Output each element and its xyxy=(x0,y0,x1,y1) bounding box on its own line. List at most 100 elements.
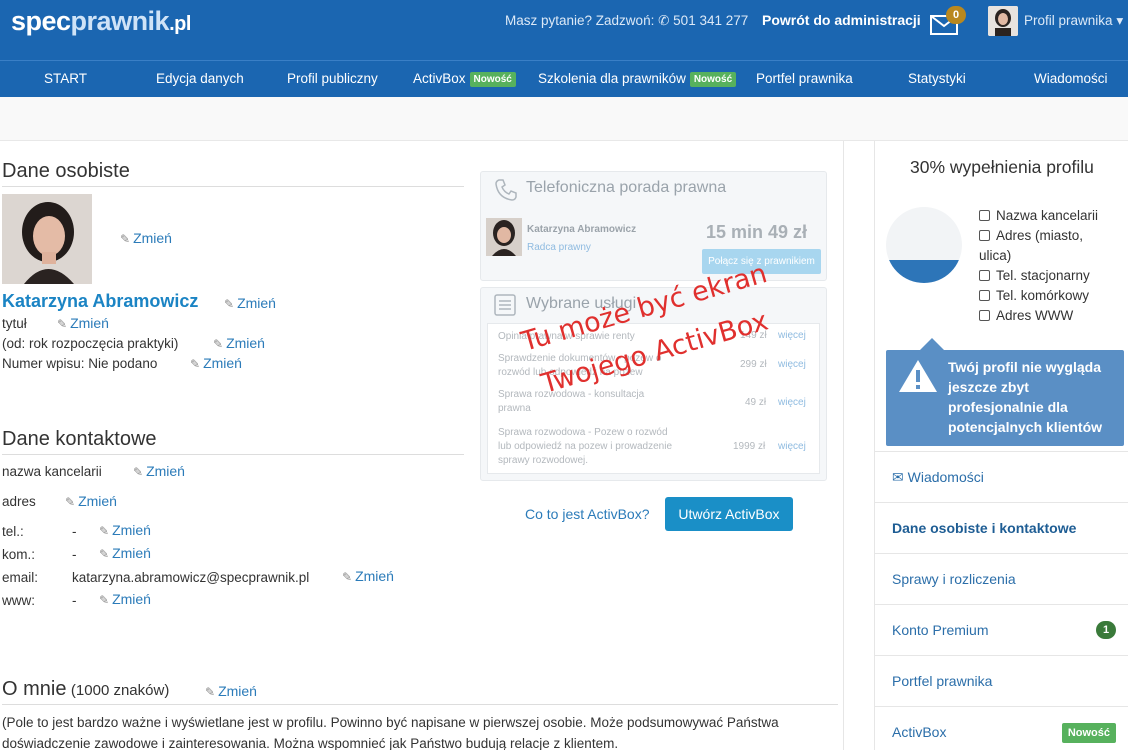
divider xyxy=(2,186,464,187)
back-to-admin-link[interactable]: Powrót do administracji xyxy=(762,12,921,28)
pencil-icon: ✎ xyxy=(57,317,68,331)
sidebar-item-wallet[interactable]: Portfel prawnika xyxy=(874,655,1128,706)
change-since-link[interactable]: ✎ Zmień xyxy=(213,335,265,351)
contact-heading: Dane kontaktowe xyxy=(2,428,157,450)
address-label: adres xyxy=(2,494,36,509)
pencil-icon: ✎ xyxy=(99,524,110,538)
caret-down-icon: ▾ xyxy=(1116,13,1124,28)
about-char-limit: (1000 znaków) xyxy=(70,682,170,699)
main-nav: START Edycja danych Profil publiczny Act… xyxy=(0,60,1128,97)
top-header: specprawnik.pl Masz pytanie? Zadzwoń: ✆ … xyxy=(0,0,1128,60)
new-badge: Nowość xyxy=(1061,723,1116,743)
nav-statistics[interactable]: Statystyki xyxy=(908,71,966,86)
nav-wallet[interactable]: Portfel prawnika xyxy=(756,71,853,86)
logo[interactable]: specprawnik.pl xyxy=(11,6,191,37)
change-mob-link[interactable]: ✎ Zmień xyxy=(99,545,151,561)
title-label: tytuł xyxy=(2,316,27,331)
mail-count-badge: 0 xyxy=(946,6,966,24)
lawyer-thumb xyxy=(486,218,522,256)
sidebar-item-messages[interactable]: ✉ Wiadomości xyxy=(874,451,1128,502)
sidebar-item-personal-contact[interactable]: Dane osobiste i kontaktowe xyxy=(874,502,1128,553)
change-name-link[interactable]: ✎ Zmień xyxy=(224,295,276,311)
warning-icon xyxy=(899,360,937,392)
nav-messages[interactable]: Wiadomości xyxy=(1034,71,1108,86)
profile-photo xyxy=(2,194,92,284)
divider xyxy=(2,704,838,705)
service-name: Sprawa rozwodowa - Pozew o rozwód lub od… xyxy=(498,427,673,466)
nav-trainings[interactable]: Szkolenia dla prawników Nowość xyxy=(538,71,737,87)
nav-edit-data[interactable]: Edycja danych xyxy=(156,71,244,86)
avatar[interactable] xyxy=(988,6,1018,36)
checkbox-icon xyxy=(979,310,990,321)
avatar-image xyxy=(988,6,1018,36)
profile-photo-image xyxy=(2,194,92,284)
mob-label: kom.: xyxy=(2,547,36,562)
what-is-activbox-link[interactable]: Co to jest ActivBox? xyxy=(525,506,650,522)
change-office-link[interactable]: ✎ Zmień xyxy=(133,463,185,479)
www-label: www: xyxy=(2,593,35,608)
service-more-link[interactable]: więcej xyxy=(778,441,806,452)
service-more-link[interactable]: więcej xyxy=(778,359,806,370)
lawyer-thumb-name: Katarzyna Abramowicz xyxy=(527,224,637,235)
column-divider xyxy=(843,141,844,750)
registration-number: Numer wpisu: Nie podano xyxy=(2,356,158,371)
service-price: 49 zł xyxy=(745,397,767,408)
checkbox-icon xyxy=(979,230,990,241)
service-price: 1999 zł xyxy=(733,441,766,452)
mob-value: - xyxy=(72,547,77,562)
www-value: - xyxy=(72,593,77,608)
premium-count-badge: 1 xyxy=(1096,621,1116,639)
sidebar-item-activbox[interactable]: ActivBox Nowość xyxy=(874,706,1128,750)
about-heading: O mnie (1000 znaków) xyxy=(2,678,170,700)
new-badge: Nowość xyxy=(689,72,737,87)
about-text: (Pole to jest bardzo ważne i wyświetlane… xyxy=(2,715,779,750)
change-title-link[interactable]: ✎ Zmień xyxy=(57,315,109,331)
service-more-link[interactable]: więcej xyxy=(778,397,806,408)
nav-activbox[interactable]: ActivBox Nowość xyxy=(413,71,516,87)
change-email-link[interactable]: ✎ Zmień xyxy=(342,568,394,584)
phone-icon: ✆ xyxy=(658,13,670,28)
personal-heading: Dane osobiste xyxy=(2,160,130,182)
checkbox-icon xyxy=(979,290,990,301)
checklist-item: Nazwa kancelarii xyxy=(979,206,1098,226)
pencil-icon: ✎ xyxy=(190,357,201,371)
office-label: nazwa kancelarii xyxy=(2,464,102,479)
since-label: (od: rok rozpoczęcia praktyki) xyxy=(2,336,179,351)
warning-arrow xyxy=(920,338,944,350)
service-more-link[interactable]: więcej xyxy=(778,330,806,341)
email-value: katarzyna.abramowicz@specprawnik.pl xyxy=(72,570,310,585)
checklist-item: Tel. komórkowy xyxy=(979,286,1089,306)
change-address-link[interactable]: ✎ Zmień xyxy=(65,493,117,509)
sidebar-item-cases[interactable]: Sprawy i rozliczenia xyxy=(874,553,1128,604)
change-photo-link[interactable]: ✎ Zmień xyxy=(120,230,172,246)
email-label: email: xyxy=(2,570,39,585)
toolbar-strip xyxy=(0,97,1128,141)
checklist-item: Adres WWW xyxy=(979,306,1073,326)
service-price: 299 zł xyxy=(740,359,767,370)
tel-value: - xyxy=(72,524,77,539)
tel-label: tel.: xyxy=(2,524,24,539)
phone-icon xyxy=(495,179,517,201)
change-registration-link[interactable]: ✎ Zmień xyxy=(190,355,242,371)
pencil-icon: ✎ xyxy=(99,593,110,607)
lawyer-name-link[interactable]: Katarzyna Abramowicz xyxy=(2,291,198,312)
create-activbox-button[interactable]: Utwórz ActivBox xyxy=(665,497,793,531)
new-badge: Nowość xyxy=(469,72,516,87)
profile-menu-toggle[interactable]: Profil prawnika ▾ xyxy=(1024,13,1123,29)
pencil-icon: ✎ xyxy=(99,547,110,561)
checkbox-icon xyxy=(979,210,990,221)
change-www-link[interactable]: ✎ Zmień xyxy=(99,591,151,607)
completion-chart xyxy=(886,207,962,283)
nav-public-profile[interactable]: Profil publiczny xyxy=(287,71,378,86)
change-tel-link[interactable]: ✎ Zmień xyxy=(99,522,151,538)
change-about-link[interactable]: ✎ Zmień xyxy=(205,683,257,699)
sidebar-item-premium[interactable]: Konto Premium 1 xyxy=(874,604,1128,655)
checkbox-icon xyxy=(979,270,990,281)
checklist-item: Tel. stacjonarny xyxy=(979,266,1090,286)
phone-advice-title: Telefoniczna porada prawna xyxy=(526,179,727,196)
nav-start[interactable]: START xyxy=(44,71,87,86)
completion-title: 30% wypełnienia profilu xyxy=(910,157,1094,177)
completion-fill xyxy=(886,260,962,283)
pencil-icon: ✎ xyxy=(224,297,235,311)
checklist-item: Adres (miasto, ulica) xyxy=(979,228,1084,263)
